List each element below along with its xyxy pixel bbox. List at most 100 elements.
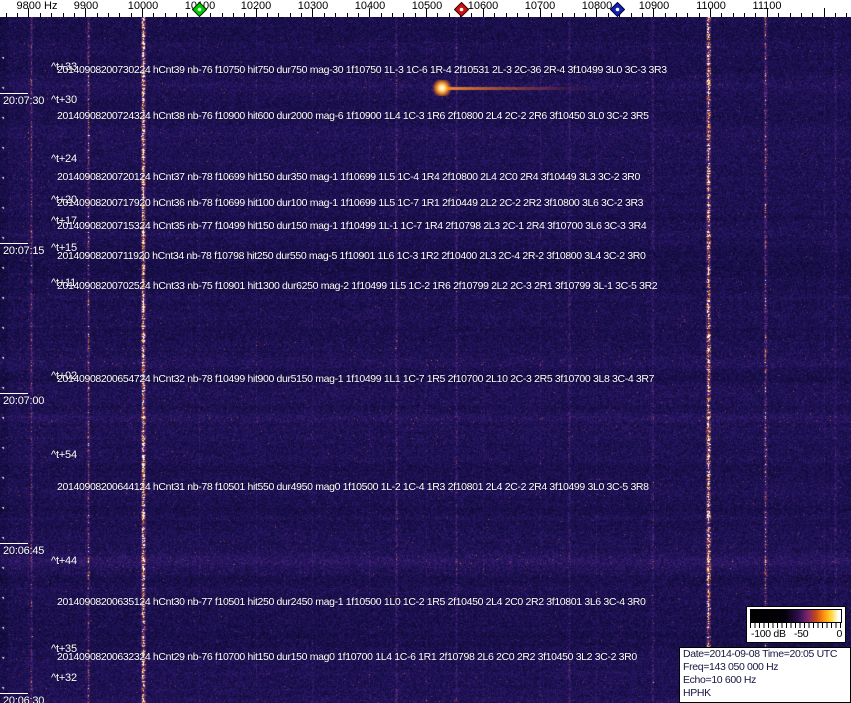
event-detail-text: 20140908200644124 hCnt31 nb-78 f10501 hi…	[57, 481, 649, 493]
freq-tick-label: 11000	[696, 0, 726, 12]
freq-minor-tick	[244, 13, 246, 17]
freq-minor-tick	[789, 13, 791, 17]
freq-minor-tick	[164, 13, 166, 17]
freq-minor-tick	[176, 13, 178, 17]
freq-minor-tick	[96, 13, 98, 17]
freq-major-tick	[596, 8, 598, 17]
freq-minor-tick	[335, 13, 337, 17]
freq-minor-tick	[516, 13, 518, 17]
freq-major-tick	[653, 8, 655, 17]
freq-minor-tick	[73, 13, 75, 17]
event-detail-text: 20140908200635124 hCnt30 nb-77 f10501 hi…	[57, 596, 646, 608]
freq-tick-label: 9800 Hz	[16, 0, 58, 12]
freq-minor-tick	[641, 13, 643, 17]
event-time-offset: ^t+44	[51, 555, 77, 567]
time-label: 20:06:30	[3, 695, 45, 703]
freq-minor-tick	[528, 13, 530, 17]
freq-minor-tick	[471, 13, 473, 17]
event-detail-text: 20140908200711920 hCnt34 nb-78 f10798 hi…	[57, 250, 646, 262]
event-time-offset: ^t+32	[51, 672, 77, 684]
time-tick-line	[0, 243, 28, 244]
frequency-axis: 9800 Hz 9900 10000 10100 10200 10300 104…	[0, 0, 851, 17]
freq-minor-tick	[357, 13, 359, 17]
freq-minor-tick	[755, 13, 757, 17]
freq-minor-tick	[573, 13, 575, 17]
freq-minor-tick	[505, 13, 507, 17]
freq-minor-tick	[448, 13, 450, 17]
freq-major-tick	[766, 8, 768, 17]
freq-minor-tick	[732, 13, 734, 17]
time-tick-line	[0, 693, 28, 694]
freq-tick-label: 10000	[127, 0, 159, 12]
freq-minor-tick	[278, 13, 280, 17]
info-line-freq: Freq=143 050 000 Hz	[683, 661, 779, 673]
freq-major-tick	[823, 8, 825, 17]
time-label: 20:07:15	[3, 245, 45, 257]
time-label: 20:06:45	[3, 545, 45, 557]
freq-minor-tick	[39, 13, 41, 17]
freq-minor-tick	[846, 13, 848, 17]
freq-minor-tick	[585, 13, 586, 17]
freq-minor-tick	[414, 13, 416, 17]
freq-minor-tick	[301, 13, 302, 17]
time-label: 20:07:30	[3, 95, 45, 107]
freq-minor-tick	[607, 13, 609, 17]
info-line-date: Date=2014-09-08 Time=20:05 UTC	[683, 648, 838, 660]
freq-major-tick	[539, 8, 541, 17]
event-detail-text: 20140908200724324 hCnt38 nb-76 f10900 hi…	[57, 110, 649, 122]
freq-minor-tick	[403, 13, 405, 17]
freq-minor-tick	[721, 13, 723, 17]
freq-minor-tick	[800, 13, 802, 17]
freq-minor-tick	[323, 13, 325, 17]
legend-db-label: -50	[794, 628, 809, 640]
event-time-offset: ^t+54	[51, 449, 77, 461]
freq-major-tick	[369, 8, 371, 17]
freq-major-tick	[312, 8, 314, 17]
event-time-offset: ^t+30	[51, 94, 77, 106]
event-detail-text: 20140908200632324 hCnt29 nb-76 f10700 hi…	[57, 651, 637, 663]
freq-minor-tick	[221, 13, 223, 17]
freq-minor-tick	[812, 13, 814, 17]
freq-minor-tick	[664, 13, 666, 17]
event-detail-text: 20140908200720124 hCnt37 nb-78 f10699 hi…	[57, 171, 641, 183]
freq-minor-tick	[744, 13, 746, 17]
time-tick-line	[0, 543, 28, 544]
freq-minor-tick	[187, 13, 189, 17]
event-time-offset: ^t+24	[51, 153, 77, 165]
info-line-station: HPHK	[683, 687, 711, 699]
freq-minor-tick	[835, 13, 836, 17]
freq-minor-tick	[630, 13, 632, 17]
freq-minor-tick	[380, 13, 382, 17]
blue-diamond-marker-icon[interactable]	[610, 2, 625, 17]
time-tick-line	[0, 393, 28, 394]
freq-minor-tick	[551, 13, 552, 17]
freq-minor-tick	[232, 13, 234, 17]
freq-minor-tick	[51, 13, 53, 17]
freq-minor-tick	[17, 13, 18, 17]
freq-minor-tick	[5, 13, 7, 17]
event-detail-text: 20140908200730224 hCnt39 nb-76 f10750 hi…	[57, 64, 667, 76]
freq-tick-label: 10500	[411, 0, 443, 12]
freq-minor-tick	[289, 13, 291, 17]
info-line-echo: Echo=10 600 Hz	[683, 674, 757, 686]
freq-minor-tick	[698, 13, 700, 17]
info-panel: Date=2014-09-08 Time=20:05 UTC Freq=143 …	[679, 647, 851, 703]
freq-major-tick	[426, 8, 427, 17]
freq-major-tick	[28, 8, 30, 17]
freq-minor-tick	[130, 13, 132, 17]
event-detail-text: 20140908200715324 hCnt35 nb-77 f10499 hi…	[57, 220, 647, 232]
freq-minor-tick	[687, 13, 689, 17]
freq-minor-tick	[153, 13, 155, 17]
freq-minor-tick	[437, 13, 439, 17]
freq-major-tick	[710, 8, 711, 17]
time-tick-line	[0, 93, 28, 94]
intensity-scale-legend: -100 dB -50 0	[746, 606, 846, 643]
freq-minor-tick	[267, 13, 268, 17]
green-diamond-marker-icon[interactable]	[192, 2, 207, 17]
freq-minor-tick	[778, 13, 780, 17]
freq-major-tick	[142, 8, 143, 17]
freq-minor-tick	[62, 13, 64, 17]
red-diamond-marker-icon[interactable]	[454, 2, 469, 17]
freq-minor-tick	[119, 13, 121, 17]
freq-major-tick	[85, 8, 87, 17]
